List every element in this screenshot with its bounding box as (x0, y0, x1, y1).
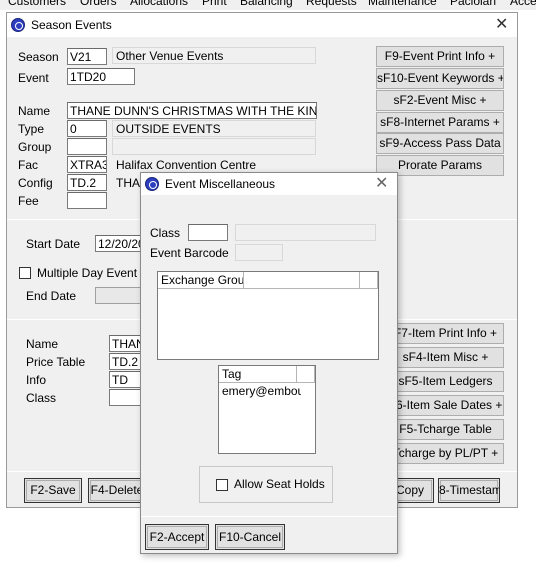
event-input[interactable]: 1TD20 (67, 68, 135, 85)
item-sale-dates-button[interactable]: F6-Item Sale Dates + (387, 395, 504, 416)
dialog-titlebar: Event Miscellaneous ✕ (141, 173, 397, 195)
dialog-class-description (235, 224, 376, 241)
dialog-title: Event Miscellaneous (165, 177, 276, 191)
menu-paciolan[interactable]: Paciolan (450, 0, 496, 8)
tcharge-by-pl-pt-button[interactable]: Tcharge by PL/PT + (387, 443, 504, 464)
accept-button[interactable]: F2-Accept (145, 524, 209, 550)
menubar: Customers Orders Allocations Print Balan… (0, 0, 536, 10)
menu-allocations[interactable]: Allocations (130, 0, 188, 8)
fee-label: Fee (18, 194, 39, 208)
allow-seat-holds-checkbox[interactable] (216, 479, 228, 491)
group-label: Group (18, 140, 52, 154)
name-label: Name (18, 104, 51, 118)
allow-seat-holds-label: Allow Seat Holds (234, 477, 325, 491)
class-label: Class (26, 391, 57, 405)
type-input[interactable]: 0 (67, 120, 107, 137)
cancel-button[interactable]: F10-Cancel (215, 524, 285, 550)
event-barcode-input[interactable] (235, 244, 283, 261)
type-label: Type (18, 122, 45, 136)
menu-maintenance[interactable]: Maintenance (368, 0, 437, 8)
dialog-class-label: Class (150, 226, 181, 240)
type-description: OUTSIDE EVENTS (112, 120, 316, 137)
tag-list[interactable]: Tag emery@embou. (218, 365, 316, 454)
menu-acce[interactable]: Acce (510, 0, 536, 8)
config-input[interactable]: TD.2 (67, 174, 107, 191)
event-keywords-button[interactable]: sF10-Event Keywords + (376, 68, 504, 89)
dialog-class-input[interactable] (188, 224, 228, 241)
delete-button[interactable]: F4-Delete (88, 478, 146, 503)
menu-customers[interactable]: Customers (8, 0, 66, 8)
allow-seat-holds-group: Allow Seat Holds (199, 466, 333, 503)
event-misc-button[interactable]: sF2-Event Misc + (376, 90, 504, 111)
item-ledgers-button[interactable]: sF5-Item Ledgers (387, 371, 504, 392)
dialog-divider (141, 516, 397, 517)
fac-input[interactable]: XTRA3 (67, 156, 107, 173)
event-barcode-label: Event Barcode (150, 246, 229, 260)
item-misc-button[interactable]: sF4-Item Misc + (387, 347, 504, 368)
menu-print[interactable]: Print (202, 0, 227, 8)
tag-row[interactable]: emery@embou. (219, 384, 301, 399)
dialog-logo-icon (145, 177, 159, 191)
menu-balancing[interactable]: Balancing (240, 0, 293, 8)
app-logo-icon (11, 18, 25, 32)
config-label: Config (18, 176, 53, 190)
event-name-input[interactable]: THANE DUNN'S CHRISTMAS WITH THE KING (67, 102, 317, 119)
close-icon[interactable]: ✕ (495, 17, 508, 33)
menu-orders[interactable]: Orders (80, 0, 117, 8)
timestamp-button[interactable]: 8-Timestam (438, 478, 500, 503)
multiple-day-label: Multiple Day Event (37, 266, 138, 280)
window-title: Season Events (31, 18, 112, 32)
tag-header-2[interactable] (297, 366, 315, 383)
season-label: Season (18, 50, 59, 64)
event-label: Event (18, 71, 49, 85)
tag-header[interactable]: Tag (219, 366, 297, 383)
item-name-label: Name (26, 337, 59, 351)
end-date-label: End Date (26, 289, 77, 303)
dialog-close-icon[interactable]: ✕ (375, 176, 388, 192)
event-print-info-button[interactable]: F9-Event Print Info + (376, 46, 504, 67)
save-button[interactable]: F2-Save (24, 478, 82, 503)
season-input[interactable]: V21 (67, 48, 107, 65)
fac-label: Fac (18, 158, 39, 172)
start-date-label: Start Date (26, 237, 81, 251)
exchange-group-header[interactable]: Exchange Group (158, 272, 244, 289)
exchange-group-header-2[interactable] (244, 272, 360, 289)
group-description (112, 138, 316, 155)
group-input[interactable] (67, 138, 107, 155)
internet-params-button[interactable]: sF8-Internet Params + (376, 112, 504, 133)
event-miscellaneous-dialog: Event Miscellaneous ✕ Class Event Barcod… (140, 172, 398, 554)
season-events-titlebar: Season Events ✕ (7, 13, 517, 37)
item-print-info-button[interactable]: F7-Item Print Info + (387, 323, 504, 344)
fee-input[interactable] (67, 192, 107, 209)
fac-description: Halifax Convention Centre (116, 158, 257, 172)
multiple-day-checkbox[interactable] (19, 267, 31, 279)
tcharge-table-button[interactable]: F5-Tcharge Table (387, 419, 504, 440)
exchange-group-list[interactable]: Exchange Group (157, 271, 379, 360)
access-pass-data-button[interactable]: sF9-Access Pass Data (376, 133, 504, 154)
price-table-label: Price Table (26, 355, 86, 369)
season-description: Other Venue Events (112, 47, 316, 64)
menu-requests[interactable]: Requests (306, 0, 357, 8)
exchange-group-header-3[interactable] (360, 272, 378, 289)
info-label: Info (26, 373, 47, 387)
